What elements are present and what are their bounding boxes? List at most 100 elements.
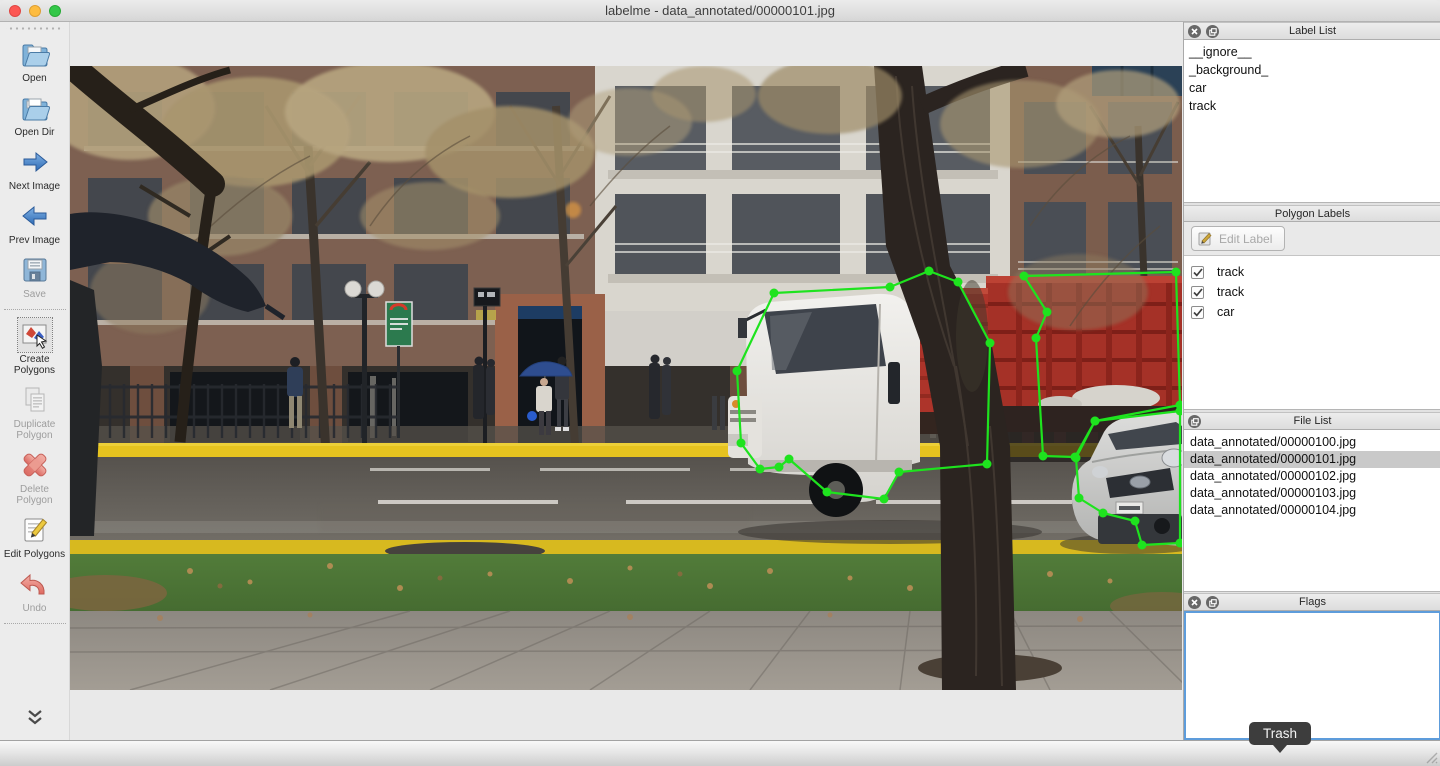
annotation-vertex[interactable]: [1043, 308, 1052, 317]
toolbar-label: Edit Polygons: [2, 549, 68, 560]
file-list-panel: File List data_annotated/00000100.jpg da…: [1184, 412, 1440, 592]
annotation-vertex[interactable]: [756, 465, 765, 474]
annotation-vertex[interactable]: [1032, 334, 1041, 343]
toolbar: Open Open Dir: [0, 22, 70, 740]
annotation-vertex[interactable]: [785, 455, 794, 464]
annotation-vertex[interactable]: [823, 488, 832, 497]
toolbar-label: Open Dir: [2, 127, 68, 138]
label-list-close-button[interactable]: [1188, 25, 1201, 38]
label-list: __ignore__ _background_ car track: [1184, 40, 1440, 203]
annotation-vertex[interactable]: [983, 460, 992, 469]
title-bar[interactable]: labelme - data_annotated/00000101.jpg: [0, 0, 1440, 22]
annotation-vertex[interactable]: [886, 283, 895, 292]
toolbar-label: Open: [2, 73, 68, 84]
float-icon: [1191, 418, 1199, 426]
image-canvas[interactable]: 21: [70, 22, 1183, 740]
checkbox-checked[interactable]: [1191, 306, 1204, 319]
file-list-float-button[interactable]: [1188, 415, 1201, 428]
polygon-label-row[interactable]: car: [1184, 302, 1440, 322]
toolbar-drag-handle[interactable]: [6, 25, 64, 32]
flags-float-button[interactable]: [1206, 596, 1219, 609]
annotation-vertex[interactable]: [775, 463, 784, 472]
toolbar-label: Delete Polygon: [2, 484, 68, 506]
toolbar-overflow-button[interactable]: [22, 709, 48, 732]
annotation-vertex[interactable]: [1138, 541, 1147, 550]
folder-open-dir-icon: [18, 91, 52, 125]
edit-label-button[interactable]: Edit Label: [1191, 226, 1285, 251]
trash-tooltip: Trash: [1249, 722, 1311, 753]
edit-pencil-icon: [1198, 231, 1213, 246]
panel-title: File List: [1184, 413, 1440, 430]
checkbox-checked[interactable]: [1191, 266, 1204, 279]
save-icon: [18, 253, 52, 287]
annotation-vertex[interactable]: [1091, 417, 1100, 426]
file-list-item-selected[interactable]: data_annotated/00000101.jpg: [1184, 451, 1440, 468]
polygon-label-text: car: [1217, 305, 1234, 319]
street-scene-photo: 21: [70, 66, 1182, 690]
tooltip-arrow: [1273, 745, 1287, 753]
arrow-left-icon: [18, 199, 52, 233]
annotation-vertex[interactable]: [1099, 509, 1108, 518]
checkbox-checked[interactable]: [1191, 286, 1204, 299]
annotation-vertex[interactable]: [1020, 272, 1029, 281]
annotation-vertex[interactable]: [733, 367, 742, 376]
label-list-float-button[interactable]: [1206, 25, 1219, 38]
save-button[interactable]: Save: [1, 250, 69, 304]
edit-polygons-button[interactable]: Edit Polygons: [1, 510, 69, 564]
flags-list[interactable]: [1184, 611, 1440, 740]
annotation-vertex[interactable]: [1172, 268, 1181, 277]
toolbar-separator: [4, 623, 66, 624]
polygon-label-list: track track car: [1184, 256, 1440, 410]
flags-close-button[interactable]: [1188, 596, 1201, 609]
annotation-vertex[interactable]: [986, 339, 995, 348]
annotation-vertex[interactable]: [1039, 452, 1048, 461]
open-dir-button[interactable]: Open Dir: [1, 88, 69, 142]
file-list-item[interactable]: data_annotated/00000104.jpg: [1184, 502, 1440, 519]
annotation-vertex[interactable]: [737, 439, 746, 448]
trash-tooltip-text: Trash: [1249, 722, 1311, 745]
file-list-header[interactable]: File List: [1184, 412, 1440, 430]
annotation-vertex[interactable]: [1075, 494, 1084, 503]
edit-label-text: Edit Label: [1219, 232, 1272, 246]
undo-button[interactable]: Undo: [1, 564, 69, 618]
label-list-item[interactable]: __ignore__: [1184, 43, 1440, 61]
status-bar: [0, 740, 1440, 766]
polygon-labels-header[interactable]: Polygon Labels: [1184, 205, 1440, 222]
arrow-right-icon: [18, 145, 52, 179]
toolbar-label: Undo: [2, 603, 68, 614]
label-list-panel: Label List __ignore__ _background_ car t…: [1184, 22, 1440, 203]
labelme-window: labelme - data_annotated/00000101.jpg Op…: [0, 0, 1440, 766]
create-polygons-button[interactable]: Create Polygons: [1, 315, 69, 380]
label-list-item[interactable]: track: [1184, 97, 1440, 115]
annotation-vertex[interactable]: [895, 468, 904, 477]
polygon-label-text: track: [1217, 265, 1244, 279]
annotation-vertex[interactable]: [925, 267, 934, 276]
label-list-item[interactable]: car: [1184, 79, 1440, 97]
next-image-button[interactable]: Next Image: [1, 142, 69, 196]
polygon-label-row[interactable]: track: [1184, 262, 1440, 282]
annotation-vertex[interactable]: [1072, 454, 1081, 463]
annotation-vertex[interactable]: [770, 289, 779, 298]
float-icon: [1209, 599, 1217, 607]
edit-polygons-icon: [18, 513, 52, 547]
annotation-vertex[interactable]: [1131, 517, 1140, 526]
resize-grip-icon[interactable]: [1425, 751, 1438, 764]
close-icon: [1191, 599, 1198, 606]
annotation-vertex[interactable]: [954, 278, 963, 287]
file-list-item[interactable]: data_annotated/00000103.jpg: [1184, 485, 1440, 502]
undo-icon: [18, 567, 52, 601]
prev-image-button[interactable]: Prev Image: [1, 196, 69, 250]
label-list-header[interactable]: Label List: [1184, 22, 1440, 40]
duplicate-polygon-button[interactable]: Duplicate Polygon: [1, 380, 69, 445]
file-list-item[interactable]: data_annotated/00000102.jpg: [1184, 468, 1440, 485]
polygon-label-row[interactable]: track: [1184, 282, 1440, 302]
panel-title: Polygon Labels: [1184, 206, 1440, 223]
label-list-item[interactable]: _background_: [1184, 61, 1440, 79]
toolbar-label: Duplicate Polygon: [2, 419, 68, 441]
annotation-vertex[interactable]: [880, 495, 889, 504]
open-button[interactable]: Open: [1, 34, 69, 88]
delete-polygon-button[interactable]: Delete Polygon: [1, 445, 69, 510]
file-list-item[interactable]: data_annotated/00000100.jpg: [1184, 434, 1440, 451]
window-title: labelme - data_annotated/00000101.jpg: [0, 0, 1440, 22]
flags-header[interactable]: Flags: [1184, 593, 1440, 611]
